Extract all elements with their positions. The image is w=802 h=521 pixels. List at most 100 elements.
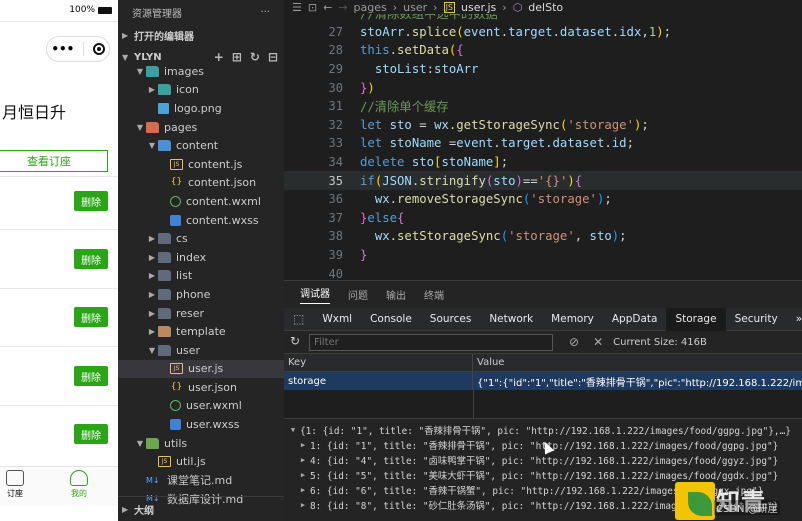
code-line[interactable]: 27 stoArr.splice(event.target.dataset.idx…: [284, 23, 802, 42]
project-label: YLYN: [134, 51, 162, 63]
more-tabs-icon[interactable]: »: [787, 308, 802, 331]
tree-item[interactable]: ▶ phone: [118, 285, 284, 304]
tree-item[interactable]: ▼ utils: [118, 434, 284, 453]
tree-item[interactable]: ▶ cs: [118, 229, 284, 248]
breadcrumb-item[interactable]: user: [403, 1, 427, 14]
tab-problems[interactable]: 问题: [348, 287, 368, 302]
column-header-value[interactable]: Value: [473, 354, 504, 371]
tree-item[interactable]: ▶ reser: [118, 304, 284, 323]
breadcrumb-item[interactable]: user.js: [461, 1, 496, 14]
code-line[interactable]: 39}: [284, 246, 802, 265]
expand-right-icon[interactable]: ▶: [296, 471, 310, 479]
clear-all-icon[interactable]: ⊘: [569, 335, 579, 349]
code-text: wx.removeStorageSync('storage');: [374, 192, 612, 207]
expand-right-icon[interactable]: ▶: [296, 441, 310, 449]
refresh-icon[interactable]: ↻: [290, 334, 300, 348]
tree-item[interactable]: ▼ content: [118, 136, 284, 155]
tab-booking[interactable]: 订座: [0, 470, 30, 499]
tree-item[interactable]: ▼ user: [118, 341, 284, 360]
expand-right-icon[interactable]: ▶: [296, 486, 310, 494]
tree-item[interactable]: ▼ pages: [118, 118, 284, 137]
code-line[interactable]: 32 let sto = wx.getStorageSync('storage')…: [284, 116, 802, 135]
code-line[interactable]: 37}else{: [284, 209, 802, 228]
preview-line[interactable]: ▶ 4: {id: "4", title: "卤味鸭掌干锅", pic: "htt…: [284, 452, 802, 467]
tree-item[interactable]: JS util.js: [118, 452, 284, 471]
code-line[interactable]: 36 wx.removeStorageSync('storage');: [284, 190, 802, 209]
tab-sources[interactable]: Sources: [421, 308, 481, 331]
tab-terminal[interactable]: 终端: [424, 287, 444, 302]
filter-input[interactable]: [309, 333, 553, 351]
forward-icon[interactable]: →: [338, 1, 347, 14]
tree-item[interactable]: ▼ images: [118, 62, 284, 81]
tab-security[interactable]: Security: [726, 308, 787, 331]
delete-button[interactable]: 删除: [74, 307, 108, 327]
tree-item[interactable]: JS user.js: [118, 359, 284, 379]
tab-network[interactable]: Network: [480, 308, 542, 331]
chevron-right-icon: ▶: [148, 271, 156, 281]
code-line[interactable]: 34 delete sto[stoName];: [284, 153, 802, 172]
folder-icon: [158, 288, 171, 300]
expand-down-icon[interactable]: ▼: [286, 426, 300, 434]
back-icon[interactable]: ←: [323, 1, 332, 14]
tree-item[interactable]: {} user.json: [118, 378, 284, 397]
tree-item[interactable]: JS content.js: [118, 155, 284, 174]
tree-item[interactable]: user.wxml: [118, 397, 284, 416]
delete-selected-icon[interactable]: ✕: [593, 335, 603, 349]
outline-section[interactable]: ▶ 大纲: [118, 496, 284, 521]
tab-mine[interactable]: 我的: [64, 470, 94, 499]
tab-storage[interactable]: Storage: [666, 307, 726, 331]
breadcrumb-item[interactable]: pages: [354, 1, 387, 14]
open-editors-section[interactable]: ▶ 打开的编辑器: [118, 24, 284, 46]
delete-button[interactable]: 删除: [74, 424, 108, 444]
explorer-more-icon[interactable]: ···: [260, 7, 270, 18]
more-icon[interactable]: •••: [51, 42, 74, 56]
code-text: }): [360, 80, 375, 95]
tree-item[interactable]: user.wxss: [118, 415, 284, 434]
preview-line[interactable]: ▼ {1: {id: "1", title: "香辣排骨干锅", pic: "ht…: [284, 422, 802, 437]
bookmark-icon[interactable]: ⊡: [308, 1, 317, 14]
view-order-button[interactable]: 查看订座: [0, 150, 108, 172]
tree-item[interactable]: ▶ list: [118, 267, 284, 286]
tab-memory[interactable]: Memory: [542, 308, 603, 331]
line-number: 34: [328, 155, 343, 170]
code-line[interactable]: 30}): [284, 78, 802, 97]
tree-item[interactable]: logo.png: [118, 99, 284, 118]
tab-console[interactable]: Console: [361, 308, 421, 331]
tree-item[interactable]: ▶ index: [118, 248, 284, 267]
code-line[interactable]: 35 if(JSON.stringify(sto)=='{}'){: [284, 171, 802, 190]
close-target-icon[interactable]: [92, 43, 105, 55]
code-editor[interactable]: ☰ ⊡ ← → pages › user › JS user.js › ⬡ delSt…: [284, 0, 802, 280]
expand-right-icon[interactable]: ▶: [296, 501, 310, 509]
code-line[interactable]: 29 stoList:stoArr: [284, 60, 802, 79]
code-line[interactable]: 38 wx.setStorageSync('storage', sto);: [284, 227, 802, 246]
delete-button[interactable]: 删除: [74, 249, 108, 269]
column-header-key[interactable]: Key: [284, 354, 473, 371]
breadcrumb-item[interactable]: delSto: [528, 1, 563, 14]
tree-item[interactable]: content.wxss: [118, 211, 284, 230]
line-number: 33: [328, 136, 343, 151]
miniprogram-capsule[interactable]: •••: [46, 36, 110, 62]
code-line[interactable]: 31 //清除单个缓存: [284, 97, 802, 116]
chevron-right-icon: ▶: [122, 30, 129, 40]
inspect-icon[interactable]: ⬚: [284, 308, 313, 331]
tab-wxml[interactable]: Wxml: [313, 308, 361, 331]
expand-right-icon[interactable]: ▶: [296, 456, 310, 464]
chevron-down-icon: ▼: [148, 345, 156, 355]
menu-icon[interactable]: ☰: [292, 1, 302, 14]
table-row[interactable]: storage {"1":{"id":"1","title":"香辣排骨干锅",…: [284, 372, 802, 390]
tree-item[interactable]: ▶ icon: [118, 81, 284, 100]
tree-item[interactable]: M↓ 课堂笔记.md: [118, 471, 284, 490]
delete-button[interactable]: 删除: [74, 366, 108, 386]
delete-button[interactable]: 删除: [74, 191, 108, 211]
tab-output[interactable]: 输出: [386, 287, 406, 302]
code-line[interactable]: 28 this.setData({: [284, 41, 802, 60]
tree-item[interactable]: ▶ template: [118, 322, 284, 341]
wxss-file-icon: [170, 419, 181, 431]
code-line[interactable]: 40: [284, 264, 802, 280]
tree-item[interactable]: content.wxml: [118, 192, 284, 211]
tab-debugger[interactable]: 调试器: [300, 285, 330, 304]
code-text: delete sto[stoName];: [360, 155, 509, 170]
tab-appdata[interactable]: AppData: [603, 308, 667, 331]
tree-item[interactable]: {} content.json: [118, 174, 284, 193]
code-line[interactable]: 33 let stoName =event.target.dataset.id;: [284, 134, 802, 153]
